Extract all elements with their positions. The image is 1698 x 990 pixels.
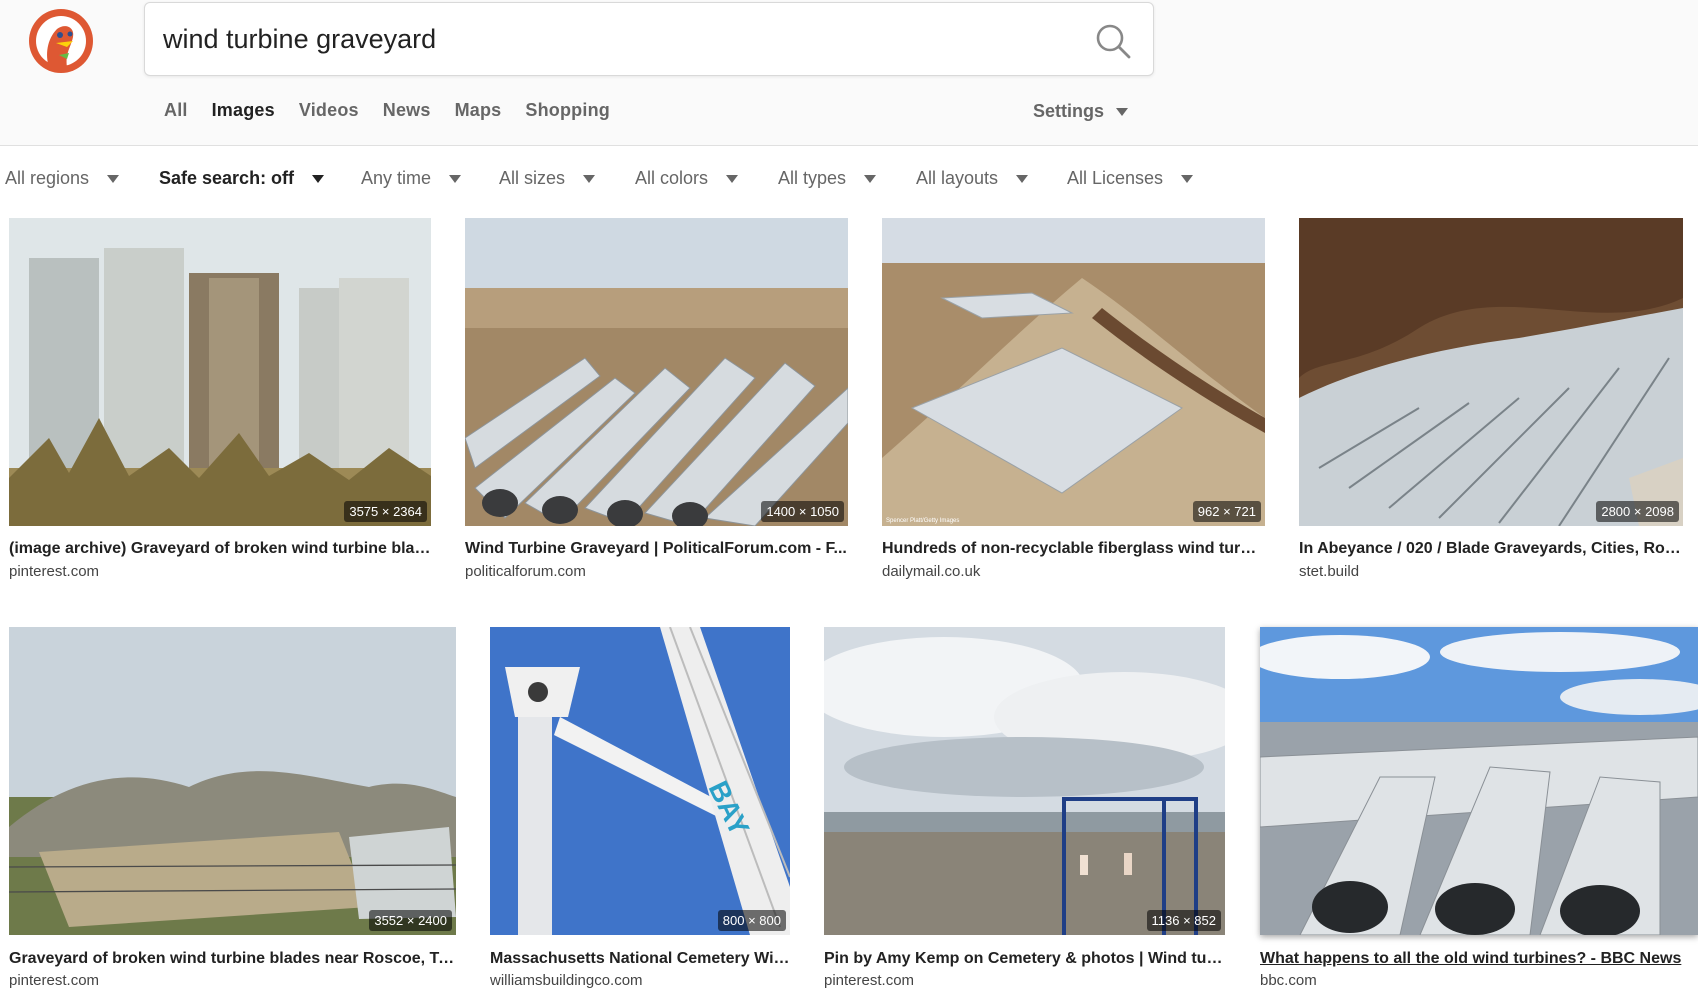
image-result[interactable]: Spencer Platt/Getty Images 962 × 721 Hun… (882, 218, 1265, 588)
filter-label: All regions (5, 168, 90, 188)
caret-down-icon (449, 174, 462, 183)
filter-label: Any time (361, 168, 432, 188)
thumbnail-image (465, 218, 848, 526)
thumbnail[interactable]: 3575 × 2364 (9, 218, 431, 526)
filter-label: Safe search: off (159, 168, 295, 188)
result-source[interactable]: politicalforum.com (465, 563, 586, 580)
tab-all[interactable]: All (164, 100, 188, 130)
tab-maps[interactable]: Maps (455, 100, 502, 130)
filter-type[interactable]: All types (778, 168, 877, 189)
caret-down-icon (107, 174, 120, 183)
result-source[interactable]: pinterest.com (9, 972, 99, 989)
thumbnail-image (1260, 627, 1698, 935)
filter-label: All colors (635, 168, 709, 188)
result-title[interactable]: What happens to all the old wind turbine… (1260, 950, 1698, 968)
duckduckgo-logo-icon[interactable] (29, 9, 93, 73)
image-dimensions: 1400 × 1050 (761, 501, 844, 522)
thumbnail[interactable] (1260, 627, 1698, 935)
thumbnail[interactable]: 2800 × 2098 (1299, 218, 1683, 526)
result-title[interactable]: Hundreds of non-recyclable fiberglass wi… (882, 540, 1265, 558)
result-source[interactable]: williamsbuildingco.com (490, 972, 643, 989)
thumbnail-image: BAY (490, 627, 790, 935)
caret-down-icon (1116, 107, 1129, 116)
header: All Images Videos News Maps Shopping Set… (0, 0, 1698, 146)
image-dimensions: 800 × 800 (717, 910, 786, 931)
image-result[interactable]: 1400 × 1050 Wind Turbine Graveyard | Pol… (465, 218, 848, 588)
filter-label: All types (778, 168, 847, 188)
image-result-highlighted[interactable]: What happens to all the old wind turbine… (1260, 627, 1698, 990)
tab-images[interactable]: Images (212, 100, 275, 130)
result-source[interactable]: stet.build (1299, 563, 1359, 580)
thumbnail[interactable]: BAY 800 × 800 (490, 627, 790, 935)
thumbnail[interactable]: 1400 × 1050 (465, 218, 848, 526)
filter-size[interactable]: All sizes (499, 168, 596, 189)
thumbnail-image (9, 627, 456, 935)
image-result[interactable]: 2800 × 2098 In Abeyance / 020 / Blade Gr… (1299, 218, 1683, 588)
nav-tabs: All Images Videos News Maps Shopping (164, 100, 634, 130)
result-source[interactable]: pinterest.com (824, 972, 914, 989)
magnifier-icon (1096, 24, 1131, 59)
result-source[interactable]: dailymail.co.uk (882, 563, 980, 580)
image-result[interactable]: BAY 800 × 800 Massachusetts National Cem… (490, 627, 790, 990)
filter-safe-search[interactable]: Safe search: off (159, 168, 325, 189)
image-dimensions: 1136 × 852 (1146, 910, 1221, 931)
search-box (144, 2, 1154, 76)
result-title[interactable]: Graveyard of broken wind turbine blades … (9, 950, 456, 968)
image-result[interactable]: 3575 × 2364 (image archive) Graveyard of… (9, 218, 431, 588)
tab-shopping[interactable]: Shopping (525, 100, 610, 130)
filter-label: All sizes (499, 168, 566, 188)
filter-license[interactable]: All Licenses (1067, 168, 1194, 189)
filter-layout[interactable]: All layouts (916, 168, 1029, 189)
thumbnail[interactable]: 3552 × 2400 (9, 627, 456, 935)
filter-time[interactable]: Any time (361, 168, 462, 189)
result-title[interactable]: Massachusetts National Cemetery Win... (490, 950, 790, 968)
filter-label: All Licenses (1067, 168, 1164, 188)
image-result[interactable]: 3552 × 2400 Graveyard of broken wind tur… (9, 627, 456, 990)
settings-dropdown[interactable]: Settings (1033, 101, 1129, 122)
thumbnail[interactable]: 1136 × 852 (824, 627, 1225, 935)
filter-label: All layouts (916, 168, 999, 188)
settings-label: Settings (1033, 101, 1105, 121)
image-result[interactable]: 1136 × 852 Pin by Amy Kemp on Cemetery &… (824, 627, 1225, 990)
caret-down-icon (864, 174, 877, 183)
thumbnail[interactable]: Spencer Platt/Getty Images 962 × 721 (882, 218, 1265, 526)
result-title[interactable]: (image archive) Graveyard of broken wind… (9, 540, 431, 558)
search-input[interactable] (163, 17, 1063, 61)
caret-down-icon (583, 174, 596, 183)
thumbnail-image (1299, 218, 1683, 526)
filter-region[interactable]: All regions (5, 168, 120, 189)
tab-videos[interactable]: Videos (299, 100, 359, 130)
filter-bar: All regions Safe search: off Any time Al… (0, 168, 1698, 198)
caret-down-icon (726, 174, 739, 183)
result-title[interactable]: In Abeyance / 020 / Blade Graveyards, Ci… (1299, 540, 1683, 558)
image-dimensions: 3552 × 2400 (369, 910, 452, 931)
result-source[interactable]: bbc.com (1260, 972, 1317, 989)
image-dimensions: 962 × 721 (1192, 501, 1261, 522)
tab-news[interactable]: News (383, 100, 431, 130)
thumbnail-image: Spencer Platt/Getty Images (882, 218, 1265, 526)
photo-credit: Spencer Platt/Getty Images (886, 518, 959, 524)
filter-color[interactable]: All colors (635, 168, 739, 189)
thumbnail-image (824, 627, 1225, 935)
result-title[interactable]: Wind Turbine Graveyard | PoliticalForum.… (465, 540, 848, 558)
image-dimensions: 3575 × 2364 (344, 501, 427, 522)
result-title[interactable]: Pin by Amy Kemp on Cemetery & photos | W… (824, 950, 1225, 968)
caret-down-icon (1016, 174, 1029, 183)
caret-down-icon (312, 174, 325, 183)
caret-down-icon (1181, 174, 1194, 183)
result-source[interactable]: pinterest.com (9, 563, 99, 580)
search-button[interactable] (1093, 21, 1133, 61)
image-dimensions: 2800 × 2098 (1596, 501, 1679, 522)
thumbnail-image (9, 218, 431, 526)
